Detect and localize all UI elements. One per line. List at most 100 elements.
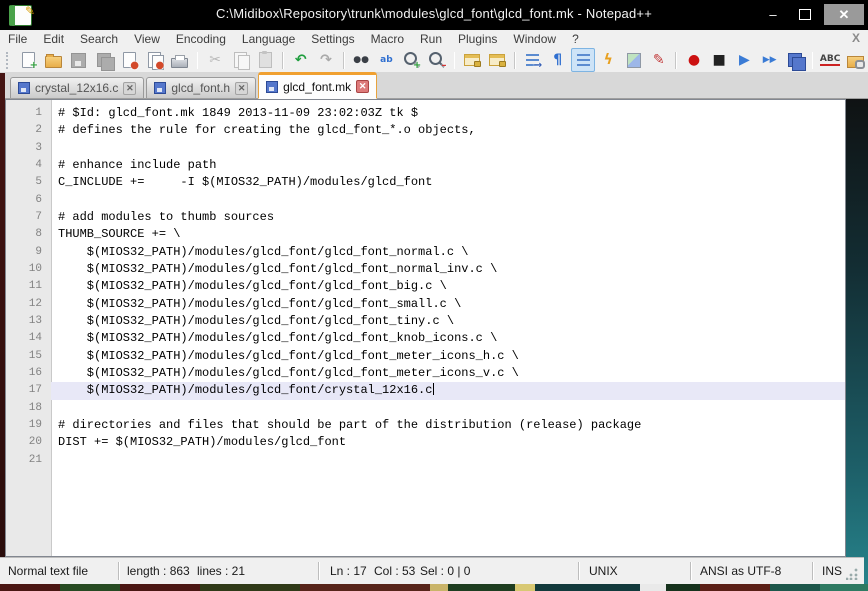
editor-row: 16 $(MIOS32_PATH)/modules/glcd_font/glcd… bbox=[6, 365, 845, 382]
sync-horizontal-scrolling-button[interactable] bbox=[486, 48, 509, 72]
replace-icon: ab bbox=[380, 56, 393, 65]
editor-row: 4# enhance include path bbox=[6, 157, 845, 174]
menu-encoding[interactable]: Encoding bbox=[168, 31, 234, 47]
paste-icon bbox=[259, 52, 272, 68]
close-badge: ● bbox=[130, 61, 139, 71]
tab-label: crystal_12x16.c bbox=[35, 81, 118, 95]
editor-row: 19# directories and files that should be… bbox=[6, 417, 845, 434]
toolbar-separator bbox=[343, 52, 345, 69]
menu-window[interactable]: Window bbox=[505, 31, 564, 47]
cut-icon: ✂ bbox=[209, 53, 221, 67]
menu-language[interactable]: Language bbox=[234, 31, 303, 47]
line-number: 8 bbox=[6, 226, 51, 243]
editor-row: 15 $(MIOS32_PATH)/modules/glcd_font/glcd… bbox=[6, 348, 845, 365]
spell-check-button[interactable]: ABC bbox=[818, 48, 841, 72]
maximize-button[interactable] bbox=[790, 4, 820, 25]
save-recorded-macro-button[interactable] bbox=[783, 48, 806, 72]
replace-button[interactable]: ab bbox=[375, 48, 398, 72]
word-wrap-badge: → bbox=[534, 61, 542, 71]
document-map-button[interactable] bbox=[622, 48, 645, 72]
editor-row: 21 bbox=[6, 452, 845, 469]
close-all-button[interactable]: ● bbox=[143, 48, 166, 72]
zoom-out-button[interactable]: – bbox=[425, 48, 448, 72]
line-text: $(MIOS32_PATH)/modules/glcd_font/glcd_fo… bbox=[51, 261, 845, 278]
line-number: 15 bbox=[6, 348, 51, 365]
new-file-button[interactable]: + bbox=[17, 48, 40, 72]
line-number: 6 bbox=[6, 192, 51, 209]
word-wrap-button[interactable]: → bbox=[521, 48, 544, 72]
editor-row: 18 bbox=[6, 400, 845, 417]
editor-row: 12 $(MIOS32_PATH)/modules/glcd_font/glcd… bbox=[6, 296, 845, 313]
document-switcher-button[interactable]: ✎ bbox=[647, 48, 670, 72]
cut-button[interactable]: ✂ bbox=[203, 48, 226, 72]
playback-macro-button[interactable]: ▶ bbox=[733, 48, 756, 72]
tab-glcd-font-mk[interactable]: glcd_font.mk ✕ bbox=[258, 72, 377, 99]
close-document-button[interactable]: X bbox=[852, 31, 860, 45]
tab-label: glcd_font.mk bbox=[283, 80, 351, 94]
function-list-button[interactable]: ϟ bbox=[597, 48, 620, 72]
menu-file[interactable]: File bbox=[0, 31, 35, 47]
status-encoding: ANSI as UTF-8 bbox=[700, 564, 781, 578]
zoom-in-button[interactable]: + bbox=[400, 48, 423, 72]
status-divider bbox=[812, 562, 814, 580]
copy-button[interactable] bbox=[229, 48, 252, 72]
find-button[interactable]: ●● bbox=[350, 48, 373, 72]
menu-plugins[interactable]: Plugins bbox=[450, 31, 505, 47]
editor[interactable]: 1# $Id: glcd_font.mk 1849 2013-11-09 23:… bbox=[5, 99, 846, 557]
tab-close-icon[interactable]: ✕ bbox=[123, 82, 136, 95]
stop-recording-icon: ■ bbox=[713, 53, 726, 67]
paste-button[interactable] bbox=[254, 48, 277, 72]
desktop-background-left bbox=[0, 73, 5, 557]
line-text: THUMB_SOURCE += \ bbox=[51, 226, 845, 243]
sync-horizontal-scrolling-icon bbox=[489, 54, 505, 66]
new-file-badge: + bbox=[30, 61, 38, 71]
save-all-button[interactable] bbox=[93, 48, 116, 72]
menu-help[interactable]: ? bbox=[564, 31, 587, 47]
status-insert-mode: INS bbox=[822, 564, 842, 578]
minimize-button[interactable]: – bbox=[758, 4, 788, 25]
resize-grip[interactable] bbox=[846, 568, 858, 580]
close-button[interactable]: ● bbox=[118, 48, 141, 72]
close-button[interactable]: ✕ bbox=[824, 4, 864, 25]
tab-close-icon[interactable]: ✕ bbox=[356, 80, 369, 93]
window-title: C:\Midibox\Repository\trunk\modules\glcd… bbox=[0, 6, 868, 21]
show-indent-guide-button[interactable] bbox=[571, 48, 594, 72]
line-number: 3 bbox=[6, 140, 51, 157]
redo-icon: ↷ bbox=[320, 53, 332, 67]
show-all-characters-button[interactable]: ¶ bbox=[546, 48, 569, 72]
tab-close-icon[interactable]: ✕ bbox=[235, 82, 248, 95]
redo-button[interactable]: ↷ bbox=[314, 48, 337, 72]
start-recording-button[interactable]: ● bbox=[682, 48, 705, 72]
stop-recording-button[interactable]: ■ bbox=[708, 48, 731, 72]
maximize-icon bbox=[799, 9, 811, 20]
title-bar: C:\Midibox\Repository\trunk\modules\glcd… bbox=[0, 0, 868, 30]
open-file-button[interactable] bbox=[42, 48, 65, 72]
tab-crystal-12x16-c[interactable]: crystal_12x16.c ✕ bbox=[10, 77, 144, 98]
menu-settings[interactable]: Settings bbox=[303, 31, 362, 47]
line-text bbox=[51, 140, 845, 157]
save-icon bbox=[71, 53, 86, 68]
show-all-characters-icon: ¶ bbox=[553, 53, 562, 67]
menu-search[interactable]: Search bbox=[72, 31, 126, 47]
copy-icon bbox=[234, 52, 247, 68]
save-button[interactable] bbox=[67, 48, 90, 72]
line-number: 21 bbox=[6, 452, 51, 469]
undo-button[interactable]: ↶ bbox=[289, 48, 312, 72]
notepadpp-window: C:\Midibox\Repository\trunk\modules\glcd… bbox=[0, 0, 868, 591]
editor-row: 13 $(MIOS32_PATH)/modules/glcd_font/glcd… bbox=[6, 313, 845, 330]
menu-view[interactable]: View bbox=[126, 31, 168, 47]
menu-run[interactable]: Run bbox=[412, 31, 450, 47]
editor-row: 10 $(MIOS32_PATH)/modules/glcd_font/glcd… bbox=[6, 261, 845, 278]
menu-edit[interactable]: Edit bbox=[35, 31, 72, 47]
save-recorded-macro-icon bbox=[788, 53, 802, 67]
status-divider bbox=[318, 562, 320, 580]
print-button[interactable] bbox=[168, 48, 191, 72]
line-text: $(MIOS32_PATH)/modules/glcd_font/glcd_fo… bbox=[51, 313, 845, 330]
tab-glcd-font-h[interactable]: glcd_font.h✕ bbox=[146, 77, 256, 98]
run-macro-multiple-times-button[interactable]: ▶▶ bbox=[758, 48, 781, 72]
zoom-in-badge: + bbox=[413, 61, 421, 71]
saved-floppy-icon bbox=[154, 82, 166, 94]
sync-vertical-scrolling-button[interactable] bbox=[460, 48, 483, 72]
menu-macro[interactable]: Macro bbox=[363, 31, 412, 47]
open-containing-folder-button[interactable] bbox=[844, 48, 867, 72]
